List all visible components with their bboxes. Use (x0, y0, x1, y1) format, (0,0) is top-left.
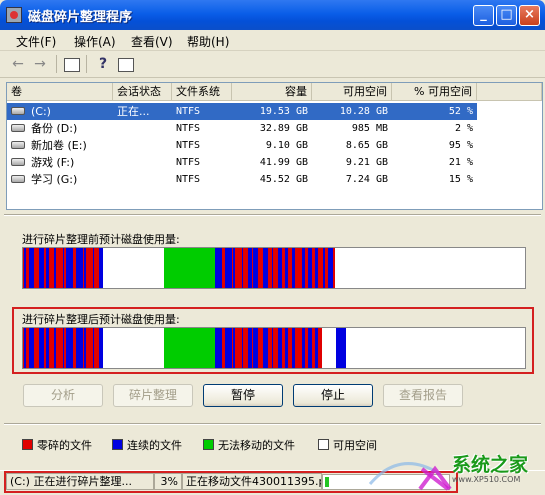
hard-disk-icon (11, 175, 25, 183)
col-volume[interactable]: 卷 (7, 83, 113, 101)
green-swatch-icon (203, 439, 214, 450)
volume-row[interactable]: 游戏 (F:) NTFS 41.99 GB 9.21 GB 21 % (7, 154, 477, 171)
col-free-space[interactable]: 可用空间 (312, 83, 392, 101)
view-report-button[interactable]: 查看报告 (383, 384, 463, 407)
volume-row[interactable]: 学习 (G:) NTFS 45.52 GB 7.24 GB 15 % (7, 171, 477, 188)
watermark-logo: 系统之家 (452, 454, 529, 476)
volume-row[interactable]: 新加卷 (E:) NTFS 9.10 GB 8.65 GB 95 % (7, 137, 477, 154)
maximize-button[interactable]: □ (496, 5, 517, 26)
close-button[interactable]: × (519, 5, 540, 26)
menu-view[interactable]: 查看(V) (131, 33, 173, 50)
hard-disk-icon (11, 107, 25, 115)
before-analysis-label: 进行碎片整理前预计磁盘使用量: (22, 233, 180, 246)
properties-icon[interactable] (118, 58, 134, 72)
col-capacity[interactable]: 容量 (232, 83, 312, 101)
volume-row[interactable]: 备份 (D:) NTFS 32.89 GB 985 MB 2 % (7, 120, 477, 137)
watermark-url: www.XP510.COM (452, 475, 521, 484)
volume-row[interactable]: (C:) 正在... NTFS 19.53 GB 10.28 GB 52 % (7, 103, 477, 120)
hard-disk-icon (11, 158, 25, 166)
hard-disk-icon (11, 124, 25, 132)
col-percent-free[interactable]: % 可用空间 (392, 83, 477, 101)
analyze-button[interactable]: 分析 (23, 384, 103, 407)
legend-unmovable: 无法移动的文件 (203, 437, 295, 453)
menu-bar: 文件(F) 操作(A) 查看(V) 帮助(H) (0, 30, 545, 51)
after-analysis-label: 进行碎片整理后预计磁盘使用量: (22, 313, 180, 326)
col-filesystem[interactable]: 文件系统 (172, 83, 232, 101)
white-swatch-icon (318, 439, 329, 450)
defrag-app-icon (6, 7, 22, 23)
col-session-status[interactable]: 会话状态 (113, 83, 172, 101)
defragment-button[interactable]: 碎片整理 (113, 384, 193, 407)
before-usage-bar (22, 247, 526, 289)
help-icon[interactable]: ? (95, 56, 111, 72)
defrag-window: 磁盘碎片整理程序 _ □ × 文件(F) 操作(A) 查看(V) 帮助(H) ←… (0, 0, 545, 495)
menu-action[interactable]: 操作(A) (74, 33, 116, 50)
legend-fragmented: 零碎的文件 (22, 437, 92, 453)
after-usage-bar (22, 327, 526, 369)
blue-swatch-icon (112, 439, 123, 450)
toolbar: ← → ? (0, 51, 545, 78)
volume-list[interactable]: 卷 会话状态 文件系统 容量 可用空间 % 可用空间 (C:) 正在... NT… (6, 82, 543, 210)
title-bar[interactable]: 磁盘碎片整理程序 _ □ × (0, 0, 545, 30)
back-arrow-icon[interactable]: ← (10, 56, 26, 72)
hard-disk-icon (11, 141, 25, 149)
menu-file[interactable]: 文件(F) (16, 33, 56, 50)
show-hide-tree-icon[interactable] (64, 58, 80, 72)
pause-button[interactable]: 暂停 (203, 384, 283, 407)
menu-help[interactable]: 帮助(H) (187, 33, 229, 50)
stop-button[interactable]: 停止 (293, 384, 373, 407)
minimize-button[interactable]: _ (473, 5, 494, 26)
red-swatch-icon (22, 439, 33, 450)
forward-arrow-icon[interactable]: → (32, 56, 48, 72)
window-title: 磁盘碎片整理程序 (28, 10, 133, 25)
legend-contiguous: 连续的文件 (112, 437, 182, 453)
